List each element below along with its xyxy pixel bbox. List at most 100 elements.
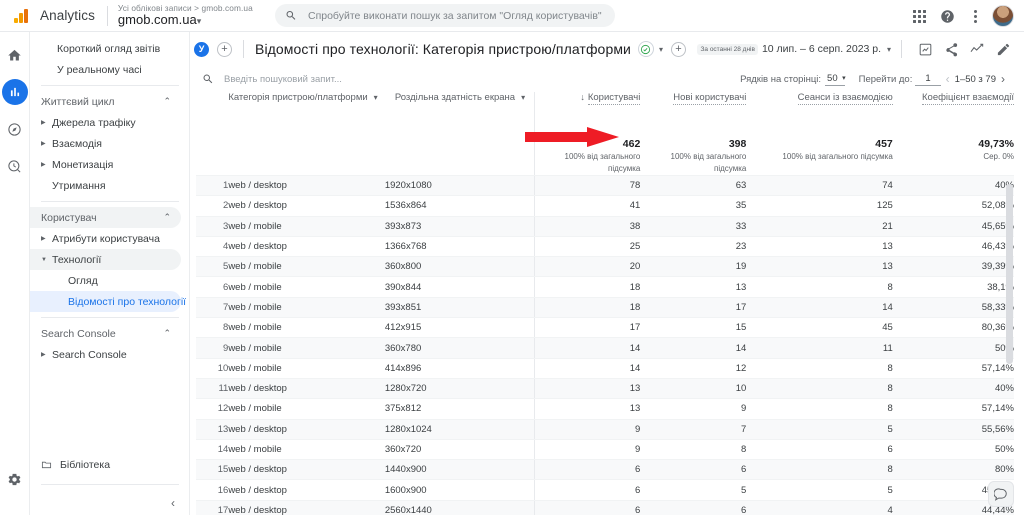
- table-row[interactable]: 9 web / mobile 360x780 14 14 11 50%: [196, 337, 1014, 359]
- chevron-down-icon: ▾: [521, 93, 526, 102]
- global-search[interactable]: [274, 4, 615, 27]
- row-index: 14: [196, 439, 229, 461]
- table-row[interactable]: 4 web / desktop 1366x768 25 23 13 46,43%: [196, 236, 1014, 258]
- sidebar-item-monetization[interactable]: ▶ Монетизація: [30, 154, 181, 175]
- table-row[interactable]: 5 web / mobile 360x800 20 19 13 39,39%: [196, 256, 1014, 278]
- cell-users: 6: [533, 459, 641, 481]
- column-header-users[interactable]: ↓ Користувачі: [533, 92, 641, 138]
- gear-icon[interactable]: [2, 466, 28, 492]
- top-bar: Analytics Усі облікові записи > gmob.com…: [0, 0, 1024, 32]
- page-range-label: 1–50 з 79: [954, 73, 996, 85]
- comparison-badge[interactable]: У: [194, 41, 209, 57]
- table-row[interactable]: 12 web / mobile 375x812 13 9 8 57,14%: [196, 398, 1014, 420]
- cell-device-category: web / mobile: [228, 297, 385, 319]
- help-icon[interactable]: [934, 3, 960, 29]
- chevron-down-icon: ▾: [373, 93, 378, 102]
- cell-screen-resolution: 393x851: [384, 297, 535, 319]
- check-circle-icon[interactable]: [637, 41, 654, 57]
- row-index: 8: [196, 317, 229, 339]
- sidebar-section-search-console[interactable]: Search Console ⌃: [30, 323, 181, 344]
- cell-device-category: web / mobile: [228, 276, 385, 298]
- table-row[interactable]: 11 web / desktop 1280x720 13 10 8 40%: [196, 378, 1014, 400]
- table-search-input[interactable]: [222, 72, 552, 86]
- compare-icon[interactable]: [964, 36, 990, 62]
- cell-engaged-sessions: 8: [746, 358, 893, 379]
- cell-engagement-rate: 80%: [892, 459, 1014, 481]
- apps-grid-icon[interactable]: [906, 3, 932, 29]
- sidebar-item-realtime[interactable]: У реальному часі: [30, 59, 181, 80]
- table-row[interactable]: 1 web / desktop 1920x1080 78 63 74 40%: [196, 175, 1014, 197]
- date-range-picker[interactable]: 10 лип. – 6 серп. 2023 р. ▾: [762, 43, 891, 55]
- chevron-down-icon[interactable]: ▾: [659, 45, 663, 54]
- cell-users: 14: [533, 358, 641, 379]
- summary-subtext: 100% від загального підсумка: [564, 152, 641, 173]
- table-row[interactable]: 14 web / mobile 360x720 9 8 6 50%: [196, 439, 1014, 461]
- column-header-device-category[interactable]: Категорія пристрою/платформи ▾: [228, 92, 385, 138]
- prev-page-button[interactable]: ‹: [941, 72, 955, 86]
- sidebar-item-label: Search Console: [52, 348, 127, 361]
- cell-device-category: web / desktop: [228, 236, 385, 258]
- column-header-engaged-sessions[interactable]: Сеанси із взаємодією: [746, 92, 893, 138]
- reports-icon[interactable]: [1, 79, 28, 105]
- sidebar-item-library[interactable]: Бібліотека: [30, 454, 181, 475]
- advertising-icon[interactable]: [2, 153, 28, 179]
- cell-engagement-rate: 50%: [892, 337, 1014, 359]
- feedback-icon[interactable]: [988, 481, 1014, 507]
- chevron-left-icon[interactable]: ‹: [171, 496, 175, 510]
- explore-icon[interactable]: [2, 116, 28, 142]
- share-icon[interactable]: [938, 36, 964, 62]
- triangle-down-icon: ▼: [41, 256, 47, 263]
- sidebar-item-reports-snapshot[interactable]: Короткий огляд звітів: [30, 38, 181, 59]
- table-row[interactable]: 13 web / desktop 1280x1024 9 7 5 55,56%: [196, 419, 1014, 440]
- cell-screen-resolution: 393x873: [384, 216, 535, 237]
- account-selector[interactable]: Усі облікові записи > gmob.com.ua gmob.c…: [118, 4, 253, 26]
- avatar[interactable]: [990, 3, 1016, 29]
- table-row[interactable]: 15 web / desktop 1440x900 6 6 8 80%: [196, 459, 1014, 481]
- table-row[interactable]: 2 web / desktop 1536x864 41 35 125 52,08%: [196, 195, 1014, 217]
- chevron-up-icon: ⌃: [163, 96, 171, 106]
- cell-new-users: 8: [640, 439, 747, 461]
- table-row[interactable]: 8 web / mobile 412x915 17 15 45 80,36%: [196, 317, 1014, 339]
- sidebar-section-user[interactable]: Користувач ⌃: [30, 207, 181, 228]
- sidebar-item-label: Взаємодія: [52, 137, 102, 150]
- edit-icon[interactable]: [990, 36, 1016, 62]
- sidebar-item-user-attributes[interactable]: ▶ Атрибути користувача: [30, 228, 181, 249]
- sidebar-item-tech-overview[interactable]: Огляд: [30, 270, 181, 291]
- divider: [41, 484, 179, 485]
- next-page-button[interactable]: ›: [996, 72, 1010, 86]
- sidebar-item-search-console[interactable]: ▶ Search Console: [30, 344, 181, 365]
- table-row[interactable]: 7 web / mobile 393x851 18 17 14 58,33%: [196, 297, 1014, 319]
- column-header-screen-resolution[interactable]: Роздільна здатність екрана ▾: [385, 92, 534, 138]
- table-row[interactable]: 3 web / mobile 393x873 38 33 21 45,65%: [196, 216, 1014, 237]
- add-comparison-button[interactable]: +: [217, 41, 232, 57]
- more-vert-icon[interactable]: [962, 3, 988, 29]
- property-name: gmob.com.ua▾: [118, 13, 253, 27]
- goto-page-input[interactable]: 1: [915, 73, 941, 86]
- rows-per-page-select[interactable]: 50 ▾: [825, 73, 846, 86]
- insights-icon[interactable]: [912, 36, 938, 62]
- home-icon[interactable]: [2, 42, 28, 68]
- summary-engaged-sessions: 457 100% від загального підсумка: [746, 138, 893, 176]
- sidebar-item-retention[interactable]: Утримання: [30, 175, 181, 196]
- sidebar-item-tech[interactable]: ▼ Технології: [30, 249, 181, 270]
- cell-screen-resolution: 1440x900: [384, 459, 535, 481]
- scrollbar-thumb[interactable]: [1006, 184, 1013, 364]
- table-row[interactable]: 17 web / desktop 2560x1440 6 6 4 44,44%: [196, 500, 1014, 515]
- sidebar-item-tech-details[interactable]: Відомості про технології: [30, 291, 186, 312]
- sidebar-item-acquisition[interactable]: ▶ Джерела трафіку: [30, 112, 181, 133]
- table-row[interactable]: 16web / desktop1600x90065545,45%: [196, 479, 1014, 501]
- table-row[interactable]: 6 web / mobile 390x844 18 13 8 38,1%: [196, 276, 1014, 298]
- sidebar-item-engagement[interactable]: ▶ Взаємодія: [30, 133, 181, 154]
- search-input[interactable]: [305, 8, 605, 23]
- sidebar-section-lifecycle[interactable]: Життєвий цикл ⌃: [30, 91, 181, 112]
- column-header-new-users[interactable]: Нові користувачі: [640, 92, 747, 138]
- table-row[interactable]: 10 web / mobile 414x896 14 12 8 57,14%: [196, 358, 1014, 379]
- sidebar-item-label: Технології: [52, 253, 102, 266]
- cell-screen-resolution: 375x812: [384, 398, 535, 420]
- add-filter-button[interactable]: +: [671, 41, 686, 57]
- icon-rail: [0, 32, 30, 515]
- cell-engaged-sessions: 13: [746, 256, 893, 278]
- column-header-engagement-rate[interactable]: Коефіцієнт взаємодії: [893, 92, 1014, 138]
- table-scrollbar[interactable]: [1006, 154, 1013, 515]
- cell-users: 41: [533, 195, 641, 217]
